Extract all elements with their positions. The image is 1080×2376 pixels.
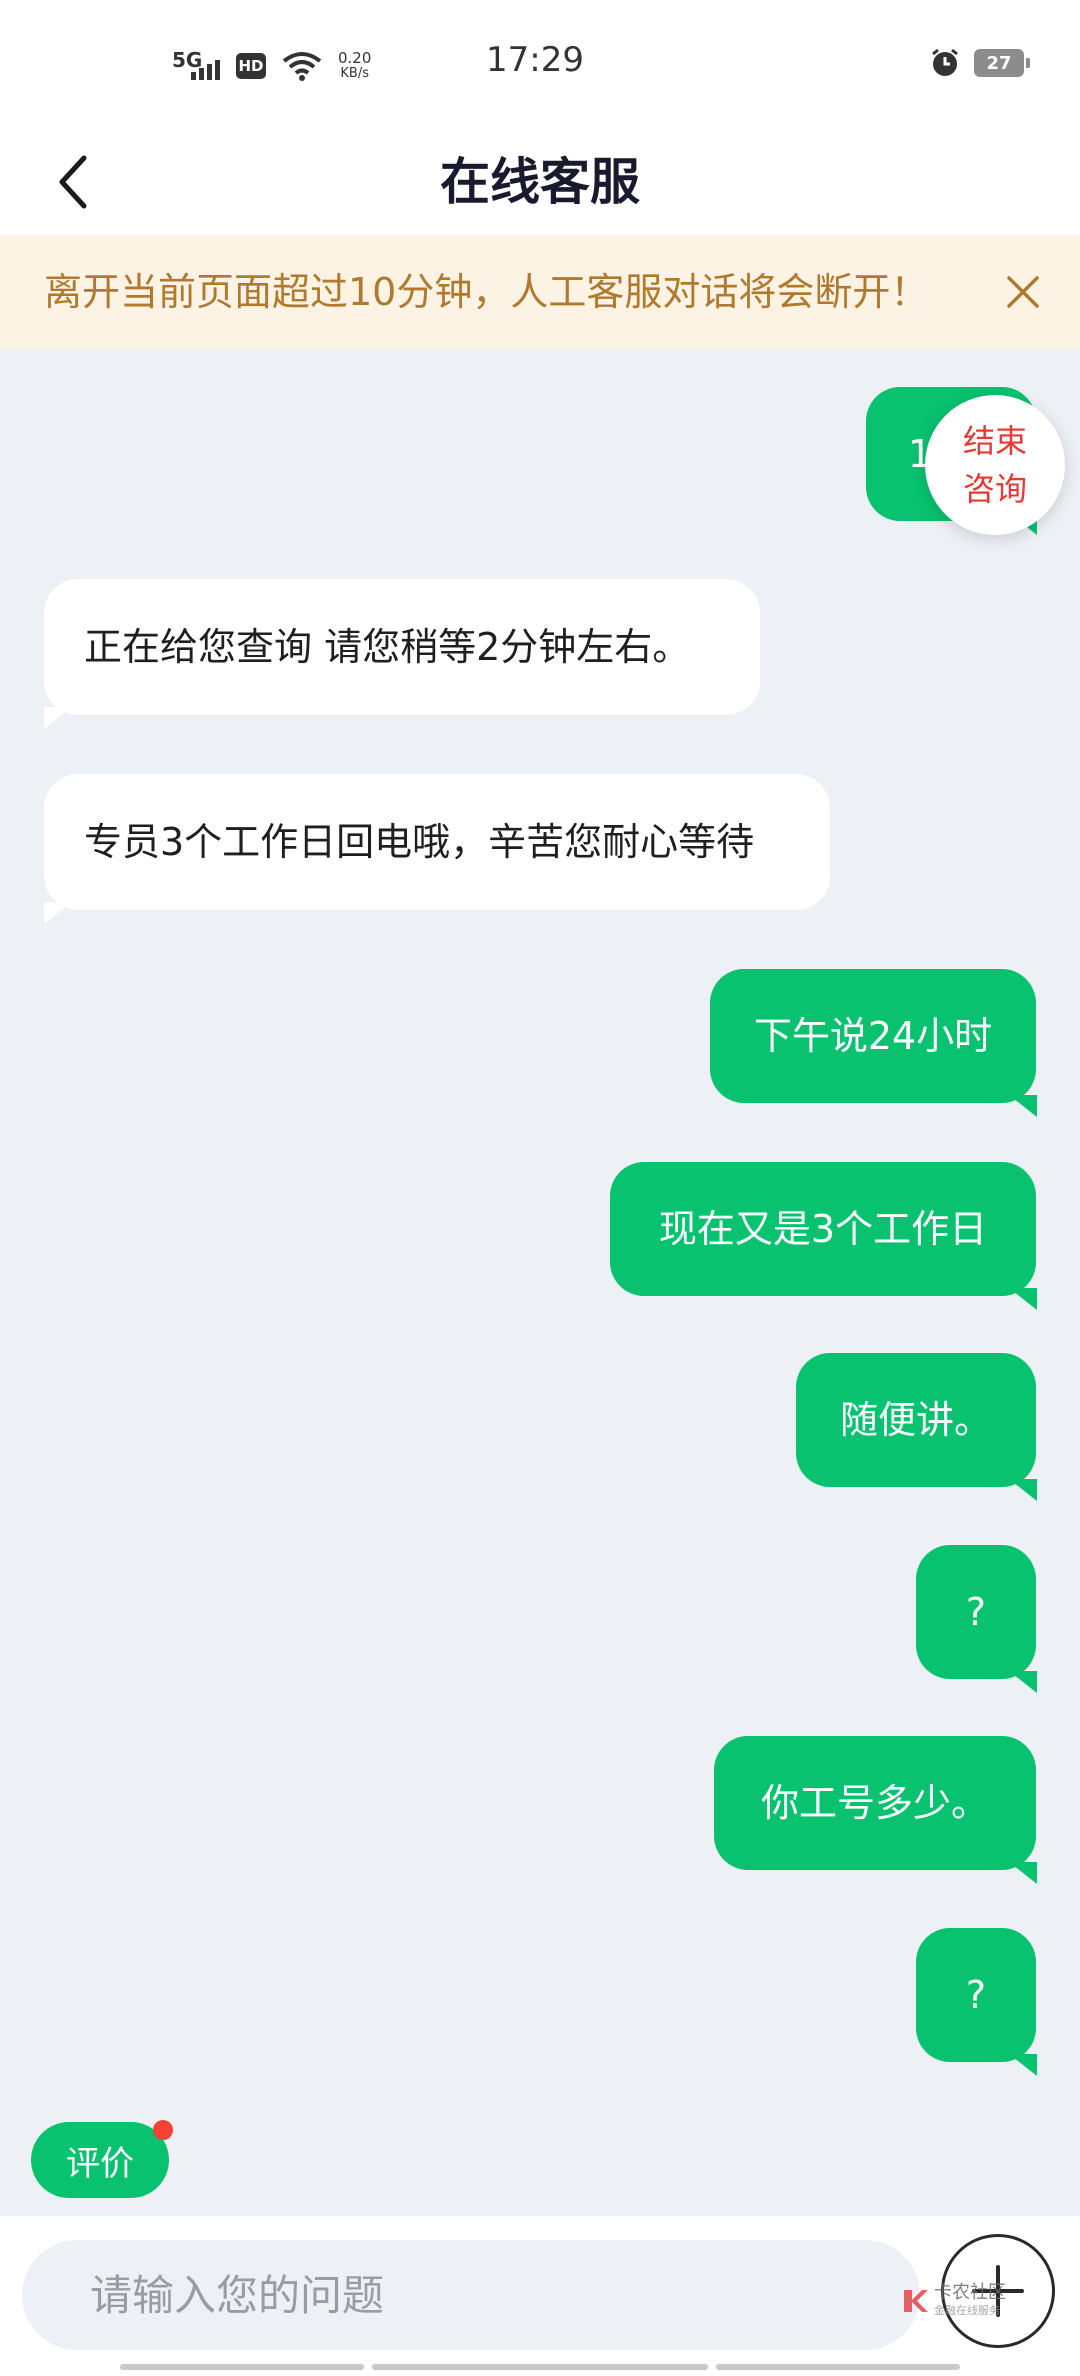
end-consultation-label-2: 咨询 bbox=[962, 470, 1027, 508]
message-text: 现在又是3个工作日 bbox=[658, 1207, 988, 1251]
bubble-tail bbox=[1009, 1862, 1037, 1884]
message-input[interactable] bbox=[22, 2240, 920, 2350]
cellular-signal-icon: 5G bbox=[172, 48, 220, 84]
bubble-tail bbox=[1009, 2054, 1037, 2076]
user-message-bubble: ? bbox=[916, 1928, 1037, 2076]
watermark-logo-icon bbox=[904, 2290, 928, 2312]
user-message-bubble: 随便讲。 bbox=[796, 1353, 1037, 1501]
page-title: 在线客服 bbox=[440, 153, 640, 211]
chevron-left-icon bbox=[59, 155, 87, 209]
battery-icon: 27 bbox=[974, 49, 1030, 77]
bubble-tail bbox=[1009, 1671, 1037, 1693]
user-message-bubble: 现在又是3个工作日 bbox=[610, 1162, 1037, 1310]
message-text: 你工号多少。 bbox=[760, 1781, 989, 1825]
watermark-subtext: 金融在线服务 bbox=[934, 2304, 1000, 2317]
end-consultation-button[interactable]: 结束 咨询 bbox=[925, 395, 1065, 535]
home-indicator bbox=[716, 2364, 960, 2370]
watermark: 卡农社区 金融在线服务 bbox=[900, 2284, 1006, 2318]
back-button[interactable] bbox=[44, 140, 104, 224]
bubble-tail bbox=[1009, 1095, 1037, 1117]
bubble-tail bbox=[1009, 1479, 1037, 1501]
message-text: 下午说24小时 bbox=[753, 1014, 993, 1058]
notification-dot bbox=[153, 2120, 173, 2140]
notice-banner: 离开当前页面超过10分钟，人工客服对话将会断开！ bbox=[0, 235, 1080, 349]
user-message-bubble: 你工号多少。 bbox=[714, 1736, 1037, 1884]
nav-bar: 在线客服 bbox=[0, 130, 1080, 235]
message-text: 专员3个工作日回电哦，辛苦您耐心等待 bbox=[84, 820, 755, 864]
agent-message-bubble: 专员3个工作日回电哦，辛苦您耐心等待 bbox=[44, 774, 830, 924]
status-time: 17:29 bbox=[486, 40, 584, 80]
watermark-text: 卡农社区 bbox=[934, 2282, 1006, 2303]
message-text: 随便讲。 bbox=[839, 1398, 992, 1442]
notice-close-button[interactable] bbox=[988, 257, 1058, 327]
notice-text: 离开当前页面超过10分钟，人工客服对话将会断开！ bbox=[44, 270, 929, 314]
message-text: ? bbox=[965, 1973, 987, 2017]
user-message-bubble: ? bbox=[916, 1545, 1037, 1693]
bubble-tail bbox=[44, 902, 72, 924]
home-indicator bbox=[372, 2364, 708, 2370]
end-consultation-label-1: 结束 bbox=[962, 422, 1027, 460]
message-text: ? bbox=[965, 1590, 987, 1634]
message-text: 正在给您查询 请您稍等2分钟左右。 bbox=[84, 625, 691, 669]
home-indicator bbox=[120, 2364, 364, 2370]
bubble-tail bbox=[1009, 1288, 1037, 1310]
close-icon bbox=[1007, 276, 1039, 308]
wifi-icon bbox=[282, 52, 322, 81]
status-bar: 5G HD 0.20 KB/s 17:29 27 bbox=[0, 0, 1080, 130]
bubble-tail bbox=[44, 707, 72, 729]
alarm-icon bbox=[932, 48, 958, 76]
network-speed: 0.20 KB/s bbox=[338, 49, 372, 81]
rate-button[interactable]: 评价 bbox=[31, 2122, 169, 2198]
user-message-bubble: 下午说24小时 bbox=[710, 969, 1037, 1117]
hd-icon: HD bbox=[236, 53, 266, 79]
agent-message-bubble: 正在给您查询 请您稍等2分钟左右。 bbox=[44, 579, 760, 729]
